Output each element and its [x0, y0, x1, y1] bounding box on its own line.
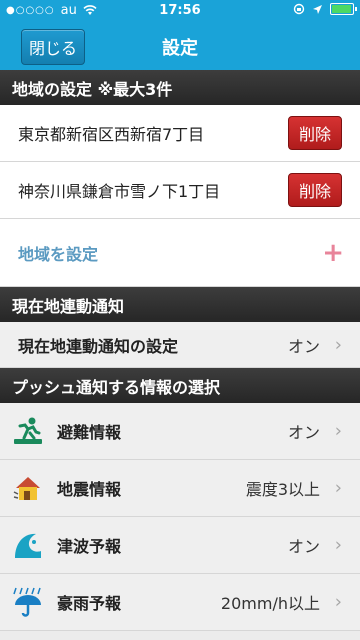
push-item-value: オン [287, 423, 320, 442]
push-item-value: オン [287, 537, 320, 556]
push-item-evacuation[interactable]: 避難情報 オン › [0, 403, 360, 460]
push-item-value: 震度3以上 [245, 480, 320, 499]
location-notify-setting-value: オン [287, 336, 320, 356]
region-address: 東京都新宿区西新宿7丁目 [18, 125, 205, 144]
heavy-rain-icon [13, 587, 41, 617]
add-region-row[interactable]: 地域を設定 + [0, 219, 360, 287]
location-notify-setting-label: 現在地連動通知の設定 [18, 336, 179, 356]
plus-icon: + [322, 237, 344, 268]
push-item-label: 津波予報 [57, 537, 122, 556]
status-bar: ●○○○○ au 17:56 [0, 0, 360, 22]
page-title: 設定 [162, 38, 198, 59]
chevron-right-icon: › [334, 334, 342, 355]
rotation-lock-icon [293, 3, 305, 15]
chevron-right-icon: › [334, 591, 342, 613]
location-arrow-icon [313, 4, 322, 14]
push-item-label: 豪雨予報 [57, 594, 122, 613]
section-header-push: プッシュ通知する情報の選択 [0, 368, 360, 403]
earthquake-icon [13, 477, 40, 500]
battery-icon [330, 3, 357, 15]
delete-button[interactable]: 削除 [288, 116, 342, 150]
chevron-right-icon: › [334, 420, 342, 442]
location-notify-setting-row[interactable]: 現在地連動通知の設定 オン › [0, 322, 360, 368]
evacuation-icon [14, 417, 42, 444]
delete-button[interactable]: 削除 [288, 173, 342, 207]
push-item-heavy-rain[interactable]: 豪雨予報 20mm/h以上 › [0, 574, 360, 631]
chevron-right-icon: › [334, 477, 342, 499]
tsunami-icon [15, 533, 41, 558]
push-item-value: 20mm/h以上 [220, 594, 320, 613]
region-item: 東京都新宿区西新宿7丁目 削除 [0, 105, 360, 162]
push-item-earthquake[interactable]: 地震情報 震度3以上 › [0, 460, 360, 517]
region-item: 神奈川県鎌倉市雪ノ下1丁目 削除 [0, 162, 360, 219]
section-header-region: 地域の設定 ※最大3件 [0, 70, 360, 105]
region-address: 神奈川県鎌倉市雪ノ下1丁目 [18, 182, 221, 201]
chevron-right-icon: › [334, 534, 342, 556]
add-region-label: 地域を設定 [18, 244, 99, 264]
nav-bar: 閉じる 設定 [0, 22, 360, 70]
push-item-tsunami[interactable]: 津波予報 オン › [0, 517, 360, 574]
push-item-label: 避難情報 [57, 423, 122, 442]
section-header-location-notify: 現在地連動通知 [0, 287, 360, 322]
push-item-label: 地震情報 [57, 480, 122, 499]
